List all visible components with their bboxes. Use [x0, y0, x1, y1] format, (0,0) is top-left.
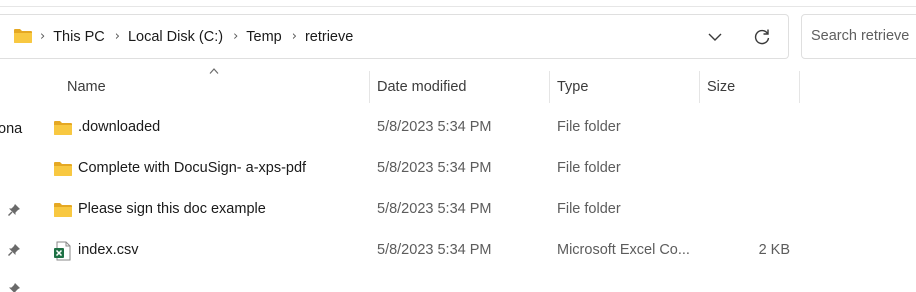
column-header-date-modified[interactable]: Date modified: [377, 70, 547, 104]
pin-icon[interactable]: [7, 203, 21, 217]
breadcrumb: › This PC › Local Disk (C:) › Temp › ret…: [40, 15, 363, 58]
toolbar-edge: [0, 0, 916, 7]
chevron-down-icon[interactable]: [706, 30, 724, 44]
breadcrumb-local-disk[interactable]: Local Disk (C:): [128, 29, 223, 45]
file-type: File folder: [557, 160, 621, 176]
breadcrumb-retrieve[interactable]: retrieve: [305, 29, 353, 45]
address-bar[interactable]: › This PC › Local Disk (C:) › Temp › ret…: [0, 14, 789, 59]
file-row[interactable]: Complete with DocuSign- a-xps-pdf 5/8/20…: [45, 149, 805, 190]
file-name[interactable]: .downloaded: [78, 119, 160, 135]
file-row[interactable]: index.csv 5/8/2023 5:34 PM Microsoft Exc…: [45, 231, 805, 272]
chevron-right-icon[interactable]: ›: [115, 30, 120, 43]
folder-icon: [54, 203, 72, 217]
file-date-modified: 5/8/2023 5:34 PM: [377, 160, 492, 176]
search-input[interactable]: Search retrieve: [801, 14, 916, 59]
column-header-size[interactable]: Size: [707, 70, 797, 104]
breadcrumb-this-pc[interactable]: This PC: [53, 29, 105, 45]
file-row[interactable]: Please sign this doc example 5/8/2023 5:…: [45, 190, 805, 231]
excel-csv-icon: [54, 241, 71, 261]
file-date-modified: 5/8/2023 5:34 PM: [377, 201, 492, 217]
file-type: File folder: [557, 201, 621, 217]
chevron-right-icon[interactable]: ›: [292, 30, 297, 43]
folder-icon: [14, 29, 32, 43]
column-header-type[interactable]: Type: [557, 70, 697, 104]
file-explorer-window: › This PC › Local Disk (C:) › Temp › ret…: [0, 0, 916, 292]
refresh-icon[interactable]: [752, 27, 772, 47]
breadcrumb-temp[interactable]: Temp: [246, 29, 281, 45]
file-size: 2 KB: [758, 242, 790, 258]
pin-icon[interactable]: [7, 243, 21, 257]
column-divider[interactable]: [799, 71, 800, 103]
chevron-right-icon[interactable]: ›: [233, 30, 238, 43]
column-divider[interactable]: [549, 71, 550, 103]
file-date-modified: 5/8/2023 5:34 PM: [377, 242, 492, 258]
folder-icon: [54, 121, 72, 135]
pin-icon[interactable]: [7, 282, 21, 292]
file-name[interactable]: index.csv: [78, 242, 138, 258]
column-header-name[interactable]: Name: [67, 70, 367, 104]
nav-pane-item-label[interactable]: ona: [0, 121, 22, 137]
chevron-right-icon[interactable]: ›: [40, 30, 45, 43]
file-type: File folder: [557, 119, 621, 135]
file-date-modified: 5/8/2023 5:34 PM: [377, 119, 492, 135]
file-name[interactable]: Complete with DocuSign- a-xps-pdf: [78, 160, 306, 176]
file-row[interactable]: .downloaded 5/8/2023 5:34 PM File folder: [45, 108, 805, 149]
file-type: Microsoft Excel Co...: [557, 242, 690, 258]
search-placeholder: Search retrieve: [811, 28, 910, 44]
column-divider[interactable]: [369, 71, 370, 103]
file-name[interactable]: Please sign this doc example: [78, 201, 266, 217]
column-divider[interactable]: [699, 71, 700, 103]
folder-icon: [54, 162, 72, 176]
